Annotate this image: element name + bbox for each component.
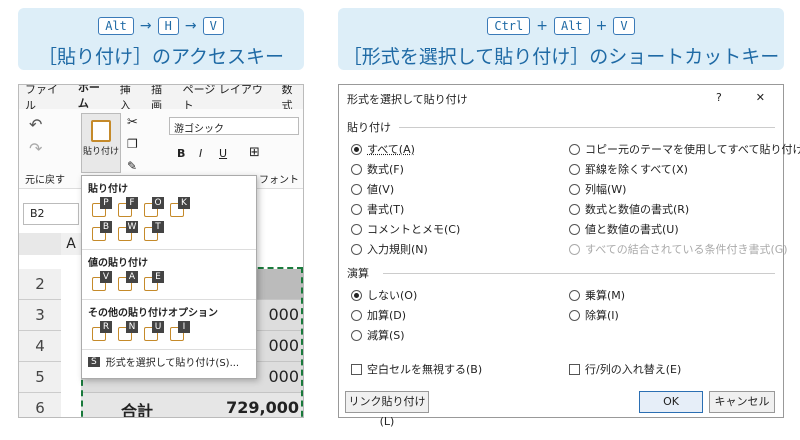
ribbon-tabs: ファイル ホーム 挿入 描画 ページ レイアウト 数式: [19, 85, 303, 115]
dialog-title: 形式を選択して貼り付け: [347, 93, 468, 106]
paste-formulas-icon[interactable]: F: [116, 197, 138, 219]
radio-paste-formats[interactable]: 書式(T): [351, 201, 404, 217]
paste-special-dialog: 形式を選択して貼り付け ? ✕ 貼り付け すべて(A) 数式(F) 値(V) 書…: [338, 84, 800, 428]
v-key: V: [613, 17, 635, 35]
shortcut-key-combo: Ctrl + Alt + V: [338, 16, 784, 36]
paste-section-label: 貼り付け: [347, 121, 391, 134]
radio-paste-all[interactable]: すべて(A): [351, 141, 415, 157]
alt-key: Alt: [553, 17, 590, 35]
radio-op-add[interactable]: 加算(D): [351, 307, 406, 323]
paste-icon-row: R N U I: [82, 321, 256, 343]
radio-paste-formulas[interactable]: 数式(F): [351, 161, 404, 177]
divider: [383, 273, 775, 274]
radio-paste-column-widths[interactable]: 列幅(W): [569, 181, 626, 197]
column-a-header[interactable]: A: [61, 233, 81, 255]
values-number-format-icon[interactable]: A: [116, 271, 138, 293]
cancel-button[interactable]: キャンセル: [709, 391, 775, 413]
paste-special-label: 形式を選択して貼り付け(S)...: [105, 358, 240, 369]
paste-options-menu: 貼り付け P F O K B W T 値の貼り付け V A E その他の貼り付け…: [81, 175, 257, 379]
radio-paste-no-borders[interactable]: 罫線を除くすべて(X): [569, 161, 688, 177]
border-icon[interactable]: ⊞: [249, 145, 260, 160]
select-all-corner[interactable]: [19, 233, 61, 255]
arrow: →: [184, 18, 197, 34]
menu-section-other: その他の貼り付けオプション: [82, 299, 256, 323]
no-borders-icon[interactable]: B: [90, 221, 112, 243]
row-header[interactable]: 6: [19, 393, 61, 417]
h-key: H: [157, 17, 179, 35]
format-painter-icon[interactable]: ✎: [127, 159, 137, 173]
keep-column-widths-icon[interactable]: W: [116, 221, 138, 243]
radio-paste-values-number-formats[interactable]: 値と数値の書式(U): [569, 221, 679, 237]
formatting-icon[interactable]: R: [90, 321, 112, 343]
row-header[interactable]: 5: [19, 362, 61, 393]
help-icon[interactable]: ?: [716, 91, 722, 105]
font-name-box[interactable]: 游ゴシック: [169, 117, 299, 135]
cut-icon[interactable]: ✂: [127, 115, 138, 130]
excel-window: ファイル ホーム 挿入 描画 ページ レイアウト 数式 ↶ ↷ 元に戻す 貼り付…: [18, 84, 304, 418]
menu-section-values: 値の貼り付け: [82, 249, 256, 273]
italic-icon[interactable]: I: [199, 147, 202, 160]
picture-icon[interactable]: U: [142, 321, 164, 343]
radio-paste-validation[interactable]: 入力規則(N): [351, 241, 428, 257]
paste-label: 貼り付け: [82, 147, 119, 157]
paste-icon-row: P F O K: [82, 197, 256, 219]
paste-link-icon[interactable]: N: [116, 321, 138, 343]
plus: +: [536, 18, 548, 34]
font-group-label: フォント: [259, 175, 299, 186]
bold-icon[interactable]: B: [177, 147, 185, 160]
radio-paste-values[interactable]: 値(V): [351, 181, 394, 197]
transpose-icon[interactable]: T: [142, 221, 164, 243]
radio-op-subtract[interactable]: 減算(S): [351, 327, 405, 343]
right-header-banner: Ctrl + Alt + V ［形式を選択して貼り付け］のショートカットキー: [338, 8, 784, 70]
row-header[interactable]: 3: [19, 300, 61, 331]
values-source-format-icon[interactable]: E: [142, 271, 164, 293]
operation-section-label: 演算: [347, 267, 369, 280]
undo-icon[interactable]: ↶: [29, 115, 42, 134]
row-header[interactable]: 2: [19, 269, 61, 300]
undo-group-label: 元に戻す: [25, 175, 65, 186]
radio-op-none[interactable]: しない(O): [351, 287, 417, 303]
row-header[interactable]: 4: [19, 331, 61, 362]
radio-paste-merge-conditional: すべての結合されている条件付き書式(G): [569, 241, 788, 257]
left-header-title: ［貼り付け］のアクセスキー: [37, 46, 285, 68]
alt-key: Alt: [98, 17, 134, 35]
ok-button[interactable]: OK: [639, 391, 703, 413]
underline-icon[interactable]: U: [219, 147, 227, 160]
copy-icon[interactable]: ❐: [127, 137, 138, 151]
values-icon[interactable]: V: [90, 271, 112, 293]
radio-paste-theme[interactable]: コピー元のテーマを使用してすべて貼り付け(H): [569, 141, 800, 157]
paste-icon-row: B W T: [82, 221, 256, 243]
arrow: →: [139, 18, 152, 34]
radio-paste-comments[interactable]: コメントとメモ(C): [351, 221, 460, 237]
keep-source-formatting-icon[interactable]: K: [168, 197, 190, 219]
paste-formulas-number-format-icon[interactable]: O: [142, 197, 164, 219]
right-header-title: ［形式を選択して貼り付け］のショートカットキー: [342, 46, 780, 68]
paste-special-menu-item[interactable]: S 形式を選択して貼り付け(S)...: [82, 349, 256, 373]
radio-op-divide[interactable]: 除算(I): [569, 307, 619, 323]
divider: [399, 127, 775, 128]
close-icon[interactable]: ✕: [756, 91, 765, 105]
v-key: V: [202, 17, 224, 35]
paste-button[interactable]: 貼り付け: [81, 113, 121, 173]
plus: +: [595, 18, 608, 34]
dialog-titlebar: 形式を選択して貼り付け ? ✕: [339, 85, 783, 111]
clipboard-icon: [91, 120, 111, 142]
radio-paste-formulas-number-formats[interactable]: 数式と数値の書式(R): [569, 201, 689, 217]
paste-icon-row: V A E: [82, 271, 256, 293]
linked-picture-icon[interactable]: I: [168, 321, 190, 343]
access-key-sequence: Alt → H → V: [18, 16, 304, 36]
transpose-checkbox[interactable]: 行/列の入れ替え(E): [569, 361, 681, 377]
left-header-banner: Alt → H → V ［貼り付け］のアクセスキー: [18, 8, 304, 70]
radio-op-multiply[interactable]: 乗算(M): [569, 287, 625, 303]
menu-section-paste: 貼り付け: [88, 184, 128, 195]
paste-link-button[interactable]: リンク貼り付け(L): [345, 391, 429, 428]
name-box[interactable]: B2: [23, 203, 79, 225]
redo-icon[interactable]: ↷: [29, 139, 42, 158]
paste-icon[interactable]: P: [90, 197, 112, 219]
access-key-badge: S: [88, 356, 100, 367]
skip-blanks-checkbox[interactable]: 空白セルを無視する(B): [351, 361, 482, 377]
ctrl-key: Ctrl: [487, 17, 531, 35]
